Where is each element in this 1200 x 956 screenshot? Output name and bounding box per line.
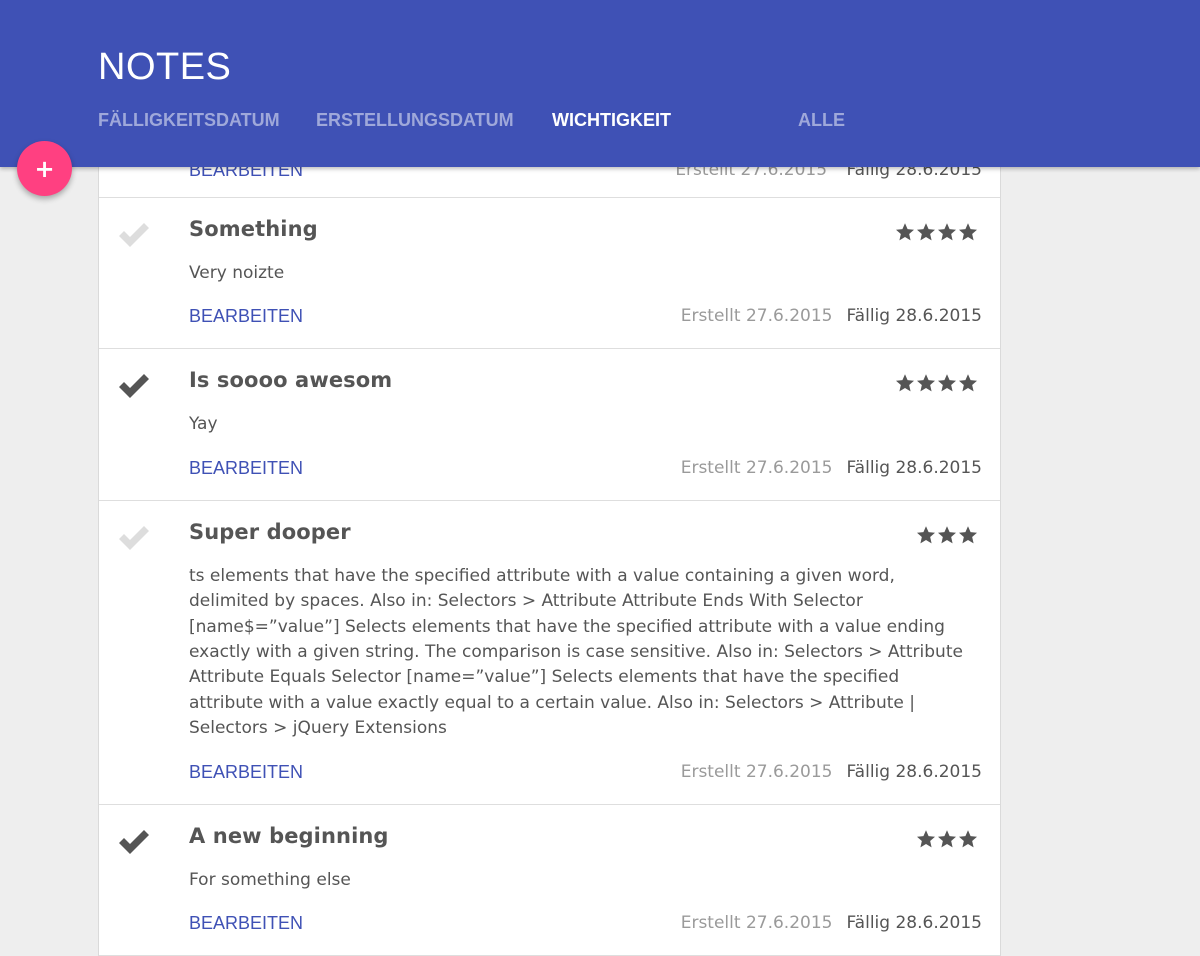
star-icon — [916, 525, 936, 545]
star-icon — [895, 222, 915, 242]
note-title: Is soooo awesom — [189, 368, 393, 393]
star-icon — [937, 222, 957, 242]
checkmark-done-icon[interactable] — [117, 371, 151, 401]
tab-all[interactable]: ALLE — [798, 110, 845, 131]
created-date: Erstellt 27.6.2015 — [680, 761, 833, 782]
note-description: Yay — [189, 414, 218, 435]
note-dates: Erstellt 27.6.2015 Fällig 28.6.2015 — [681, 458, 982, 478]
checkmark-done-icon[interactable] — [117, 827, 151, 857]
star-icon — [916, 373, 936, 393]
star-icon — [916, 222, 936, 242]
note-dates: Erstellt 27.6.2015 Fällig 28.6.2015 — [681, 762, 982, 782]
checkmark-open-icon[interactable] — [117, 220, 151, 250]
star-icon — [916, 829, 936, 849]
note-footer: BEARBEITEN Erstellt 27.6.2015 Fällig 28.6.… — [189, 458, 982, 480]
star-icon — [958, 373, 978, 393]
note-footer: BEARBEITEN Erstellt 27.6.2015 Fällig 28.6.… — [189, 913, 982, 935]
note-card: Super dooper ts elements that have the sp… — [99, 501, 1000, 805]
due-date: Fällig 28.6.2015 — [846, 306, 982, 327]
created-date: Erstellt 27.6.2015 — [680, 913, 833, 934]
edit-button[interactable]: BEARBEITEN — [189, 913, 303, 934]
importance-rating — [916, 525, 978, 545]
note-card: Is soooo awesom Yay BEARBEITEN Erstellt 27.… — [99, 349, 1000, 501]
note-title: Super dooper — [189, 519, 351, 544]
add-note-button[interactable]: + — [17, 141, 72, 196]
star-icon — [895, 373, 915, 393]
star-icon — [958, 829, 978, 849]
note-description: ts elements that have the specified attr… — [189, 565, 963, 739]
importance-rating — [895, 373, 978, 393]
note-title: A new beginning — [189, 823, 389, 848]
edit-button[interactable]: BEARBEITEN — [189, 762, 303, 783]
note-card: A new beginning For something else BEARBEI… — [99, 805, 1000, 956]
created-date: Erstellt 27.6.2015 — [680, 306, 833, 327]
note-title: Something — [189, 217, 318, 241]
importance-rating — [895, 222, 978, 242]
star-icon — [958, 525, 978, 545]
tab-importance[interactable]: WICHTIGKEIT — [552, 110, 671, 131]
note-dates: Erstellt 27.6.2015 Fällig 28.6.2015 — [681, 306, 982, 326]
star-icon — [937, 373, 957, 393]
edit-button[interactable]: BEARBEITEN — [189, 306, 303, 327]
note-description: Very noizte — [189, 263, 285, 283]
tab-created-date[interactable]: ERSTELLUNGSDATUM — [316, 110, 514, 131]
star-icon — [937, 525, 957, 545]
notes-list: BEARBEITEN Erstellt 27.6.2015 Fällig 28.… — [98, 130, 1001, 956]
checkmark-open-icon[interactable] — [117, 523, 151, 553]
plus-icon: + — [34, 154, 55, 183]
tab-due-date[interactable]: FÄLLIGKEITSDATUM — [98, 110, 280, 131]
note-dates: Erstellt 27.6.2015 Fällig 28.6.2015 — [681, 913, 982, 933]
note-footer: BEARBEITEN Erstellt 27.6.2015 Fällig 28.6.… — [189, 306, 982, 328]
note-footer: BEARBEITEN Erstellt 27.6.2015 Fällig 28.6.… — [189, 762, 982, 784]
due-date: Fällig 28.6.2015 — [846, 913, 982, 934]
app-header: NOTES FÄLLIGKEITSDATUM ERSTELLUNGSDATUM … — [0, 0, 1200, 167]
note-description: For something else — [189, 869, 351, 890]
star-icon — [937, 829, 957, 849]
app-title: NOTES — [98, 46, 232, 88]
importance-rating — [916, 829, 978, 849]
star-icon — [958, 222, 978, 242]
created-date: Erstellt 27.6.2015 — [680, 457, 833, 478]
due-date: Fällig 28.6.2015 — [846, 457, 982, 478]
edit-button[interactable]: BEARBEITEN — [189, 458, 303, 479]
due-date: Fällig 28.6.2015 — [846, 761, 982, 782]
notes-container: Something Very noizte BEARBEITEN Erstellt 2… — [99, 198, 1000, 956]
note-card: Something Very noizte BEARBEITEN Erstellt 2… — [99, 198, 1000, 350]
